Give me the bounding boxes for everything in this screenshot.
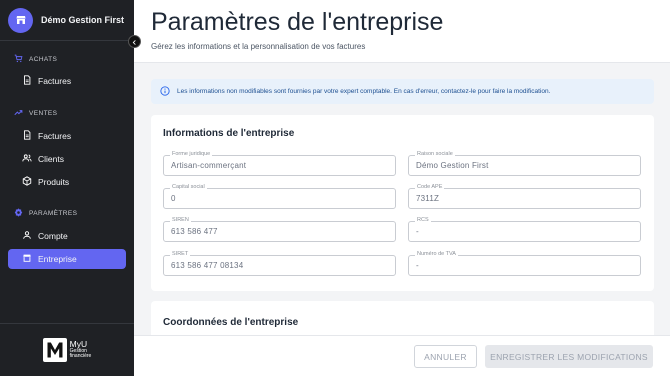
info-banner-text: Les informations non modifiables sont fo…: [177, 88, 551, 95]
store-icon: [8, 7, 33, 33]
sidebar-item-clients[interactable]: Clients: [8, 149, 126, 169]
field-siret: SIRET 613 586 477 08134: [163, 251, 396, 276]
action-bar: ANNULER ENREGISTRER LES MODIFICATIONS: [134, 335, 670, 376]
field-capital-social: Capital social 0: [163, 184, 396, 209]
field-label: Raison sociale: [415, 151, 455, 157]
sidebar-item-label: Compte: [38, 231, 68, 241]
sidebar-item-ventes-factures[interactable]: Factures: [8, 126, 126, 146]
section-label: PARAMÈTRES: [29, 209, 78, 217]
field-value: Démo Gestion First: [416, 161, 489, 170]
sidebar-item-entreprise[interactable]: Entreprise: [8, 249, 126, 269]
field-label: SIRET: [170, 251, 191, 257]
sidebar-item-compte[interactable]: Compte: [8, 226, 126, 246]
field-label: RCS: [415, 217, 431, 223]
field-value: 0: [171, 194, 176, 203]
field-label: Code APE: [415, 184, 445, 190]
sidebar-item-produits[interactable]: Produits: [8, 172, 126, 192]
field-value: -: [416, 261, 419, 270]
field-label: Forme juridique: [170, 151, 213, 157]
info-banner: Les informations non modifiables sont fo…: [151, 79, 654, 104]
card-title: Coordonnées de l'entreprise: [163, 317, 299, 328]
section-parametres: PARAMÈTRES: [0, 206, 134, 220]
sidebar-item-label: Entreprise: [38, 254, 77, 264]
sidebar-item-achats-factures[interactable]: Factures: [8, 71, 126, 91]
person-icon: [22, 227, 32, 245]
section-label: ACHATS: [29, 55, 58, 63]
sidebar: Démo Gestion First ACHATS Factures VENTE…: [0, 0, 134, 376]
save-button[interactable]: ENREGISTRER LES MODIFICATIONS: [485, 345, 653, 368]
field-forme-juridique: Forme juridique Artisan-commerçant: [163, 151, 396, 176]
collapse-sidebar-button[interactable]: [128, 35, 141, 48]
logo-sub: financière: [69, 353, 92, 360]
trend-up-icon: [14, 104, 23, 122]
users-icon: [22, 150, 32, 168]
sidebar-item-label: Factures: [38, 131, 72, 141]
field-value: 613 586 477 08134: [171, 261, 244, 270]
invoice-icon: [22, 72, 32, 90]
field-siren: SIREN 613 586 477: [163, 217, 396, 242]
field-label: Capital social: [170, 184, 207, 190]
field-value: 7311Z: [416, 194, 440, 203]
field-value: -: [416, 227, 419, 236]
invoice-icon: [22, 127, 32, 145]
section-ventes: VENTES: [0, 106, 134, 120]
info-icon: [160, 83, 170, 101]
chevron-left-icon: [131, 33, 138, 51]
settings-icon: [14, 204, 23, 222]
field-value: 613 586 477: [171, 227, 218, 236]
section-label: VENTES: [29, 109, 58, 117]
cart-icon: [14, 50, 23, 68]
logo-mark: [42, 338, 67, 362]
card-title: Informations de l'entreprise: [163, 128, 295, 139]
org-name: Démo Gestion First: [41, 15, 125, 25]
store-icon: [22, 250, 32, 268]
field-label: Numéro de TVA: [415, 251, 458, 257]
sidebar-item-label: Factures: [38, 76, 72, 86]
sidebar-item-label: Produits: [38, 177, 70, 187]
field-numero-tva: Numéro de TVA -: [408, 251, 641, 276]
page-header: Paramètres de l'entreprise Gérez les inf…: [134, 0, 670, 63]
logo-text: MyU Gestion financière: [70, 340, 92, 360]
cancel-button[interactable]: ANNULER: [414, 345, 477, 368]
page-title: Paramètres de l'entreprise: [151, 8, 444, 36]
company-info-card: Informations de l'entreprise Forme jurid…: [151, 115, 654, 291]
field-label: SIREN: [170, 217, 191, 223]
field-code-ape: Code APE 7311Z: [408, 184, 641, 209]
field-value: Artisan-commerçant: [171, 161, 247, 170]
org-header[interactable]: Démo Gestion First: [0, 0, 134, 41]
section-achats: ACHATS: [0, 52, 134, 66]
box-icon: [22, 173, 32, 191]
field-rcs: RCS -: [408, 217, 641, 242]
page-subtitle: Gérez les informations et la personnalis…: [151, 42, 366, 51]
brand-logo: MyU Gestion financière: [0, 323, 134, 376]
field-raison-sociale: Raison sociale Démo Gestion First: [408, 151, 641, 176]
sidebar-item-label: Clients: [38, 154, 64, 164]
